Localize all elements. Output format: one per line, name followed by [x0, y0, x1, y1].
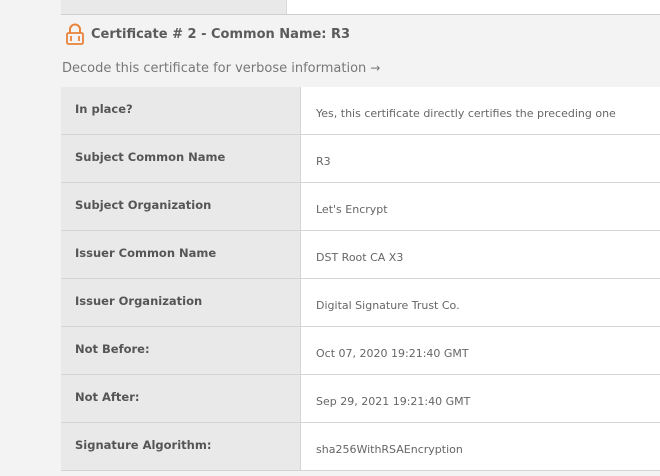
row-label-not-after: Not After: [61, 374, 301, 423]
row-value-issuer-common-name: DST Root CA X3 [300, 230, 660, 279]
table-row: Signature Algorithm: sha256WithRSAEncryp… [61, 422, 660, 471]
row-value-not-after: Sep 29, 2021 19:21:40 GMT [300, 374, 660, 423]
table-row: In place? Yes, this certificate directly… [61, 87, 660, 135]
certificate-heading: Certificate # 2 - Common Name: R3 [65, 22, 350, 46]
table-row: Not Before: Oct 07, 2020 19:21:40 GMT [61, 326, 660, 375]
table-row: Issuer Organization Digital Signature Tr… [61, 278, 660, 327]
table-row: Not After: Sep 29, 2021 19:21:40 GMT [61, 374, 660, 423]
row-label-issuer-common-name: Issuer Common Name [61, 230, 301, 279]
row-label-subject-common-name: Subject Common Name [61, 134, 301, 183]
row-value-signature-algorithm: sha256WithRSAEncryption [300, 422, 660, 471]
row-label-signature-algorithm: Signature Algorithm: [61, 422, 301, 471]
row-label-not-before: Not Before: [61, 326, 301, 375]
table-row: Subject Organization Let's Encrypt [61, 182, 660, 231]
row-value-issuer-organization: Digital Signature Trust Co. [300, 278, 660, 327]
certificate-title: Certificate # 2 - Common Name: R3 [91, 26, 351, 42]
right-arrow-icon: → [370, 61, 381, 75]
previous-table-label-cell [61, 0, 287, 14]
row-value-not-before: Oct 07, 2020 19:21:40 GMT [300, 326, 660, 375]
decode-link-text[interactable]: Decode this certificate for verbose info… [62, 61, 366, 76]
row-label-subject-organization: Subject Organization [61, 182, 301, 231]
decode-certificate-link[interactable]: Decode this certificate for verbose info… [62, 61, 380, 76]
certificate-details-table: In place? Yes, this certificate directly… [61, 87, 660, 471]
row-value-subject-common-name: R3 [300, 134, 660, 183]
row-label-in-place: In place? [61, 87, 301, 135]
table-row: Issuer Common Name DST Root CA X3 [61, 230, 660, 279]
previous-table-bottom [61, 0, 660, 15]
previous-table-value-cell [287, 0, 660, 14]
open-padlock-icon [65, 23, 85, 45]
row-value-in-place: Yes, this certificate directly certifies… [300, 87, 660, 135]
table-row: Subject Common Name R3 [61, 134, 660, 183]
row-label-issuer-organization: Issuer Organization [61, 278, 301, 327]
row-value-subject-organization: Let's Encrypt [300, 182, 660, 231]
certificate-section: Certificate # 2 - Common Name: R3 Decode… [0, 0, 660, 476]
